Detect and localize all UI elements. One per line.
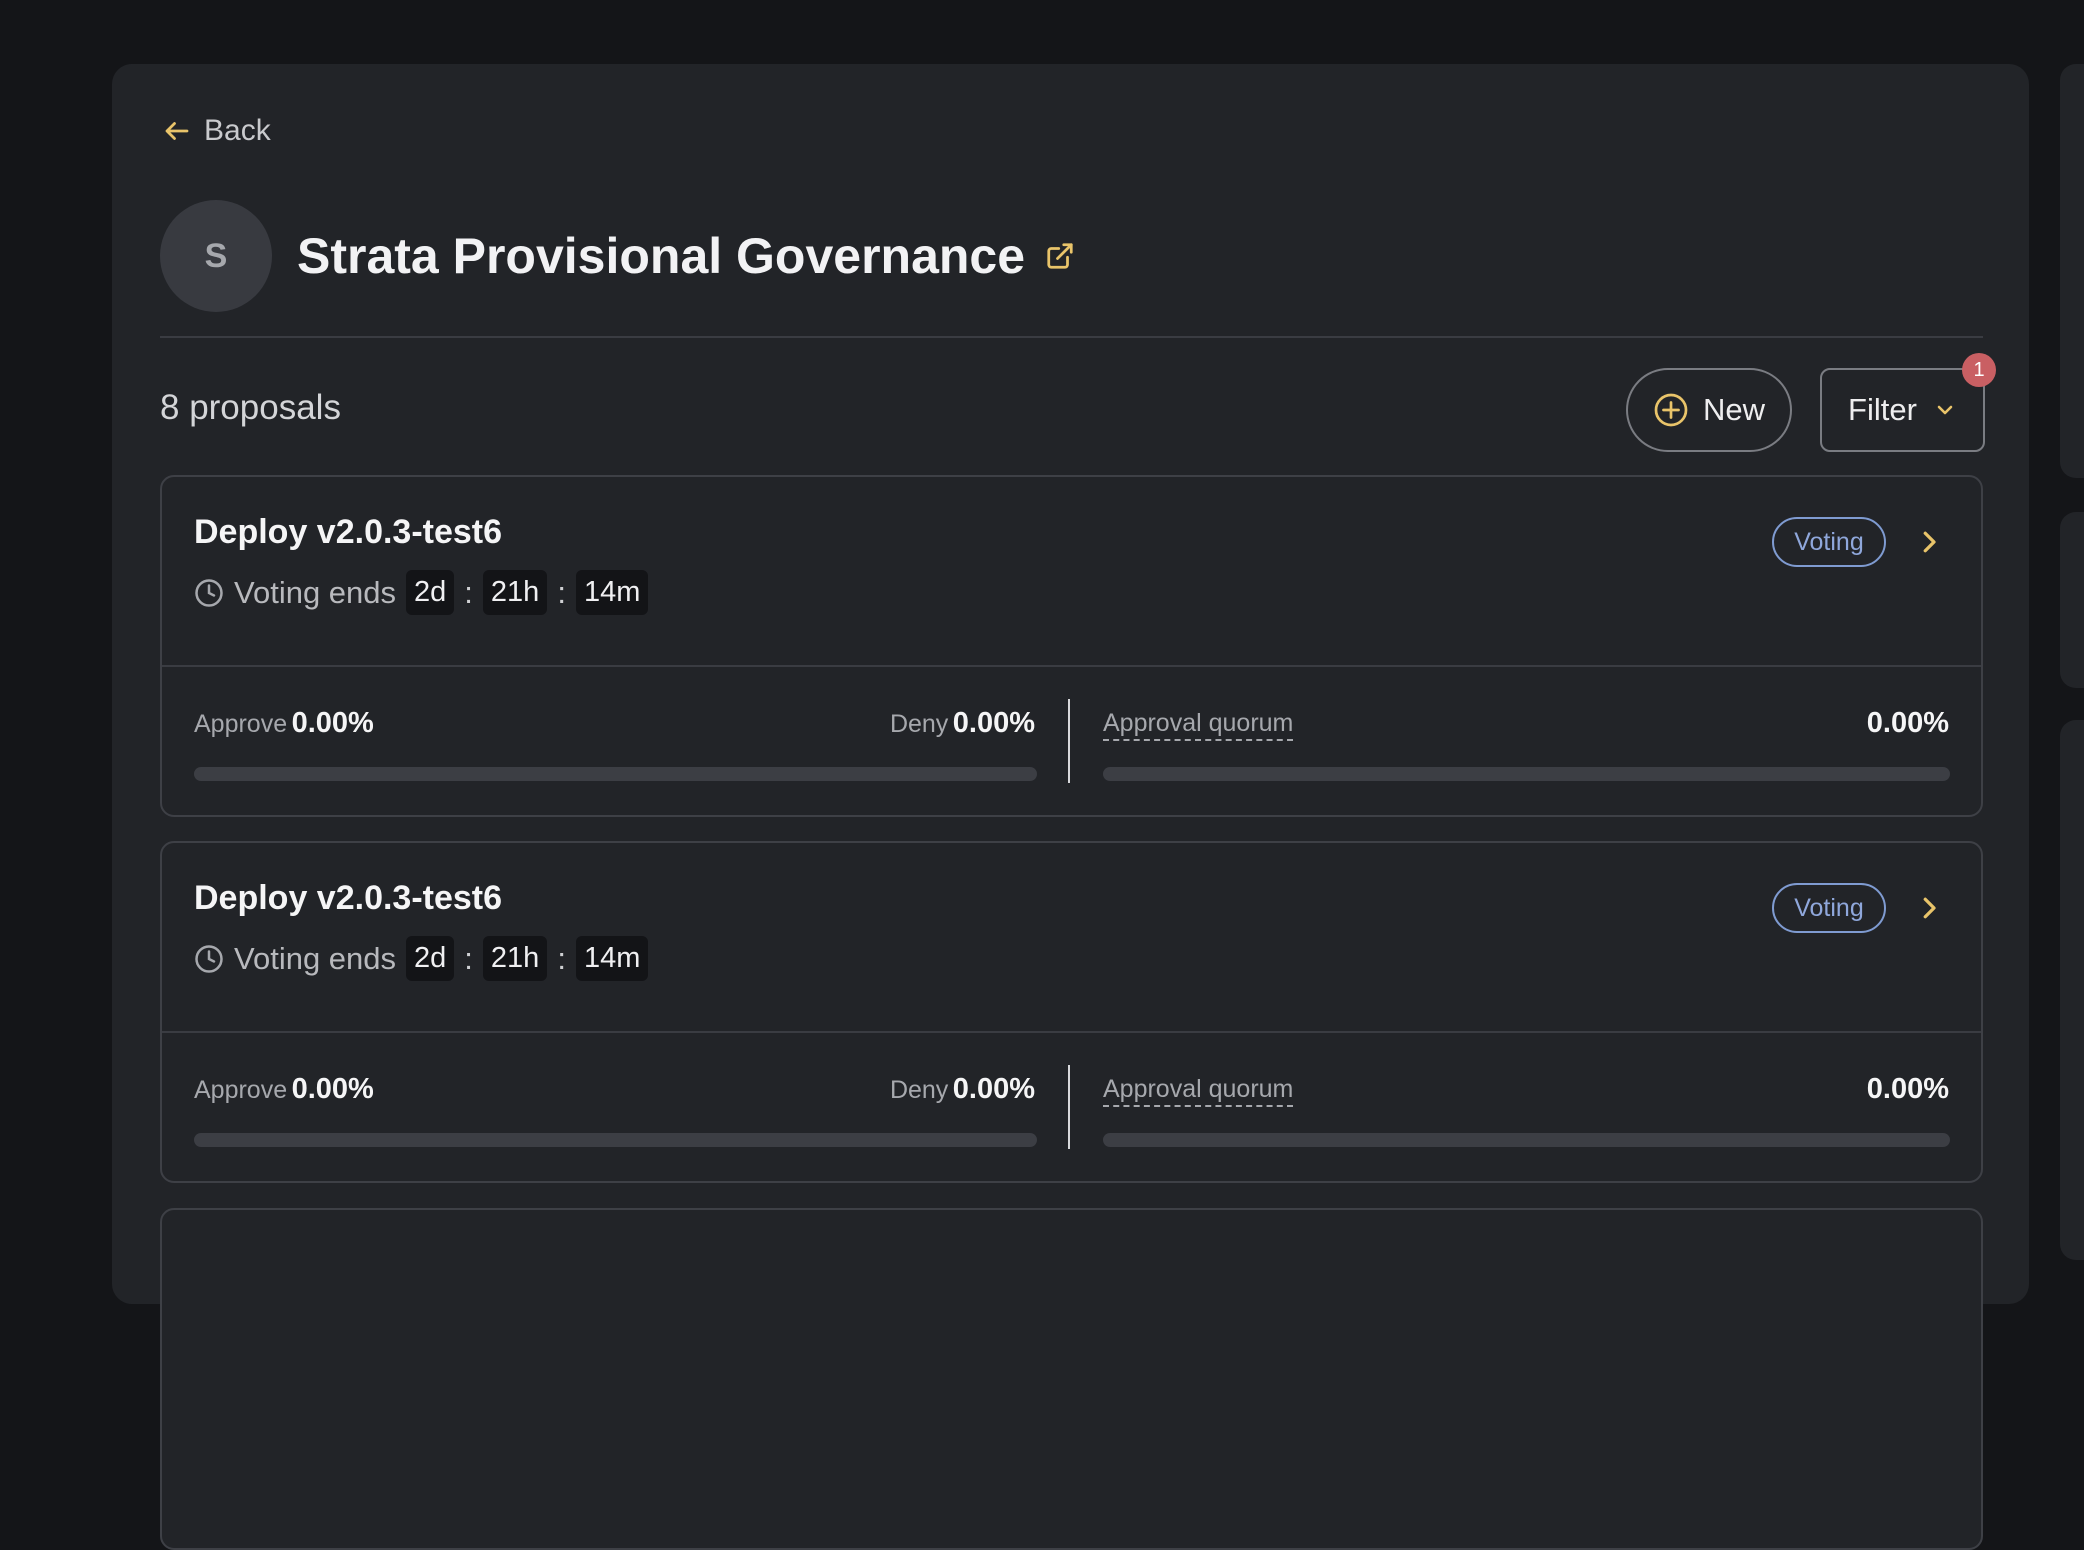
deny-label: Deny: [889, 1076, 949, 1104]
proposal-title: Deploy v2.0.3-test6: [194, 879, 503, 917]
external-link-icon[interactable]: [1045, 241, 1075, 271]
side-card: [2060, 64, 2084, 478]
side-card: [2060, 720, 2084, 1260]
proposal-card[interactable]: Deploy v2.0.3-test6 Voting ends 2d : 21h…: [160, 841, 1983, 1183]
approve-stat: Approve 0.00%: [194, 707, 374, 740]
new-label: New: [1702, 392, 1765, 427]
approve-label: Approve: [194, 710, 288, 738]
timer-separator: :: [557, 574, 566, 610]
approve-value: 0.00%: [291, 1073, 374, 1105]
timer-minutes: 14m: [575, 936, 649, 981]
new-proposal-button[interactable]: New: [1626, 368, 1792, 452]
back-label: Back: [204, 114, 271, 147]
proposal-card[interactable]: Deploy v2.0.3-test6 Voting ends 2d : 21h…: [160, 475, 1983, 817]
deny-stat: Deny 0.00%: [890, 1073, 1035, 1106]
chevron-right-icon[interactable]: [1914, 527, 1944, 557]
deny-value: 0.00%: [952, 1073, 1035, 1105]
stat-divider: [1068, 1065, 1070, 1149]
chevron-right-icon[interactable]: [1914, 893, 1944, 923]
deny-value: 0.00%: [952, 707, 1035, 739]
deny-label: Deny: [889, 710, 949, 738]
quorum-value: 0.00%: [1866, 1073, 1949, 1105]
timer-separator: :: [557, 940, 566, 976]
side-card: [2060, 512, 2084, 688]
back-link[interactable]: Back: [162, 114, 271, 148]
approve-value: 0.00%: [291, 707, 374, 739]
timer-label: Voting ends: [234, 574, 397, 610]
proposal-title: Deploy v2.0.3-test6: [194, 513, 503, 551]
timer-hours: 21h: [482, 936, 548, 981]
page-title: Strata Provisional Governance: [297, 228, 1026, 284]
clock-icon: [195, 944, 223, 973]
proposal-card[interactable]: [160, 1208, 1983, 1550]
voting-timer: Voting ends 2d : 21h : 14m: [194, 936, 649, 981]
timer-separator: :: [464, 574, 473, 610]
deny-stat: Deny 0.00%: [890, 707, 1035, 740]
vote-progress-bar: [194, 1133, 1037, 1147]
proposal-count: 8 proposals: [160, 388, 341, 427]
plus-circle-icon: [1654, 393, 1688, 427]
stat-divider: [1068, 699, 1070, 783]
vote-progress-bar: [194, 767, 1037, 781]
avatar: S: [160, 200, 272, 312]
status-badge: Voting: [1772, 517, 1886, 567]
approve-stat: Approve 0.00%: [194, 1073, 374, 1106]
quorum-value: 0.00%: [1866, 707, 1949, 739]
timer-minutes: 14m: [575, 570, 649, 615]
timer-hours: 21h: [482, 570, 548, 615]
timer-separator: :: [464, 940, 473, 976]
quorum-progress-bar: [1103, 767, 1950, 781]
timer-days: 2d: [406, 570, 455, 615]
timer-label: Voting ends: [234, 940, 397, 976]
filter-label: Filter: [1848, 392, 1917, 427]
voting-timer: Voting ends 2d : 21h : 14m: [194, 570, 649, 615]
timer-days: 2d: [406, 936, 455, 981]
clock-icon: [195, 578, 223, 607]
org-header: S Strata Provisional Governance: [160, 200, 1075, 312]
filter-count-badge: 1: [1962, 353, 1996, 387]
quorum-label[interactable]: Approval quorum: [1103, 709, 1294, 741]
arrow-left-icon: [165, 122, 189, 140]
quorum-label[interactable]: Approval quorum: [1103, 1075, 1294, 1107]
header-divider: [160, 336, 1983, 338]
quorum-progress-bar: [1103, 1133, 1950, 1147]
approve-label: Approve: [194, 1076, 288, 1104]
filter-button[interactable]: Filter: [1820, 368, 1985, 452]
chevron-down-icon: [1937, 405, 1953, 415]
status-badge: Voting: [1772, 883, 1886, 933]
